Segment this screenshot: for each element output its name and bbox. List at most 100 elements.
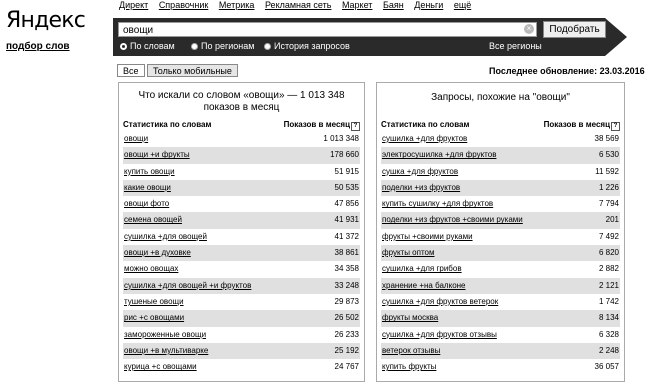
- keyword-link[interactable]: поделки +из фруктов +своими руками: [382, 212, 523, 228]
- impressions-count: 24 767: [334, 362, 359, 372]
- table-row: овощи +в мультиварке 25 192: [123, 342, 360, 360]
- table-row: сушка +для фруктов 11 592: [381, 164, 620, 180]
- mode-label: История запросов: [274, 41, 350, 51]
- regions-selector[interactable]: Все регионы: [489, 41, 542, 51]
- table-row: хранение +на балконе 2 121: [381, 277, 620, 294]
- mode-by-regions[interactable]: По регионам: [191, 41, 254, 51]
- mode-label: По словам: [130, 41, 175, 51]
- keyword-link[interactable]: сушилка +для фруктов ветерок: [382, 294, 498, 310]
- column-header-keyword: Статистика по словам: [381, 120, 470, 129]
- wordstat-link[interactable]: подбор слов: [6, 41, 70, 52]
- keyword-link[interactable]: рис +с овощами: [124, 310, 184, 326]
- table-row: фрукты оптом 6 820: [381, 245, 620, 262]
- keyword-link[interactable]: сушилка +для овощей +и фруктов: [124, 278, 251, 294]
- table-row: овощи +в духовке 38 861: [123, 245, 360, 262]
- table-row: сушилка +для фруктов ветерок 1 742: [381, 294, 620, 310]
- impressions-count: 38 569: [594, 134, 619, 143]
- keyword-link[interactable]: поделки +из фруктов: [382, 180, 460, 196]
- impressions-count: 7 794: [598, 199, 619, 209]
- impressions-count: 25 192: [334, 345, 359, 355]
- table-row: сушилка +для фруктов отзывы 6 328: [381, 327, 620, 343]
- column-header-count: Показов в месяц?: [284, 120, 360, 131]
- keyword-link[interactable]: овощи: [124, 131, 148, 147]
- keyword-link[interactable]: купить овощи: [124, 164, 175, 180]
- tab-mobile-only[interactable]: Только мобильные: [147, 64, 238, 77]
- help-icon[interactable]: ?: [351, 122, 360, 131]
- impressions-count: 201: [605, 215, 619, 225]
- keyword-link[interactable]: какие овощи: [124, 180, 171, 196]
- keyword-link[interactable]: ветерок отзывы: [382, 343, 440, 359]
- search-input[interactable]: овощи: [118, 22, 537, 37]
- table-row: купить фрукты 36 057: [381, 359, 620, 375]
- table-row: фрукты москва 8 134: [381, 310, 620, 327]
- impressions-count: 1 742: [598, 296, 619, 306]
- nav-ad-network[interactable]: Рекламная сеть: [265, 0, 331, 10]
- impressions-count: 36 057: [594, 362, 619, 372]
- table-row: поделки +из фруктов +своими руками 201: [381, 212, 620, 229]
- yandex-logo[interactable]: Яндекс: [6, 9, 86, 33]
- keyword-link[interactable]: сушка +для фруктов: [382, 164, 458, 180]
- submit-button[interactable]: Подобрать: [543, 21, 606, 38]
- radio-icon: [264, 43, 271, 50]
- keyword-link[interactable]: сушилка +для фруктов отзывы: [382, 327, 497, 343]
- help-icon[interactable]: ?: [611, 122, 620, 131]
- keyword-stats-panel: Что искали со словом «овощи» — 1 013 348…: [118, 82, 365, 382]
- keyword-link[interactable]: овощи +в мультиварке: [124, 343, 208, 359]
- table-row: овощи фото 47 856: [123, 196, 360, 212]
- keyword-link[interactable]: сушилка +для грибов: [382, 261, 462, 277]
- nav-metrika[interactable]: Метрика: [219, 0, 255, 10]
- keyword-link[interactable]: сушилка +для фруктов: [382, 131, 467, 147]
- table-row: семена овощей 41 931: [123, 212, 360, 229]
- column-header-keyword: Статистика по словам: [123, 120, 212, 129]
- mode-by-words[interactable]: По словам: [120, 41, 175, 51]
- impressions-count: 41 372: [334, 231, 359, 241]
- impressions-count: 6 820: [598, 248, 619, 258]
- keyword-link[interactable]: купить фрукты: [382, 359, 436, 375]
- nav-bayan[interactable]: Баян: [383, 0, 404, 10]
- keyword-link[interactable]: фрукты москва: [382, 310, 438, 326]
- tab-all[interactable]: Все: [117, 64, 145, 77]
- table-row: сушилка +для овощей +и фруктов 33 248: [123, 277, 360, 294]
- nav-money[interactable]: Деньги: [414, 0, 443, 10]
- keyword-link[interactable]: овощи +в духовке: [124, 245, 191, 261]
- table-row: фрукты +своими руками 7 492: [381, 229, 620, 245]
- keyword-link[interactable]: купить сушилку +для фруктов: [382, 196, 493, 212]
- table-row: рис +с овощами 26 502: [123, 310, 360, 327]
- impressions-count: 41 931: [334, 215, 359, 225]
- keyword-link[interactable]: фрукты оптом: [382, 245, 434, 261]
- keyword-link[interactable]: можно овощах: [124, 261, 178, 277]
- impressions-count: 1 226: [598, 182, 619, 192]
- table-row: ветерок отзывы 2 248: [381, 342, 620, 360]
- keyword-link[interactable]: тушеные овощи: [124, 294, 184, 310]
- keyword-link[interactable]: овощи +и фрукты: [124, 147, 190, 163]
- table-row: овощи +и фрукты 178 660: [123, 147, 360, 164]
- keyword-link[interactable]: сушилка +для овощей: [124, 229, 207, 245]
- impressions-count: 7 492: [598, 231, 619, 241]
- table-row: сушилка +для грибов 2 882: [381, 261, 620, 277]
- keyword-link[interactable]: семена овощей: [124, 212, 182, 228]
- keyword-link[interactable]: фрукты +своими руками: [382, 229, 473, 245]
- mode-history[interactable]: История запросов: [264, 41, 350, 51]
- nav-direct[interactable]: Директ: [119, 0, 148, 10]
- panel-title: Что искали со словом «овощи» — 1 013 348…: [119, 90, 364, 114]
- nav-more[interactable]: ещё: [454, 0, 471, 10]
- table-row: замороженные овощи 26 233: [123, 327, 360, 343]
- keyword-link[interactable]: овощи фото: [124, 196, 169, 212]
- column-header-label: Показов в месяц: [543, 120, 610, 129]
- nav-market[interactable]: Маркет: [342, 0, 372, 10]
- clear-icon[interactable]: ×: [524, 24, 534, 34]
- keyword-link[interactable]: замороженные овощи: [124, 327, 206, 343]
- keyword-link[interactable]: курица +с овощами: [124, 359, 197, 375]
- impressions-count: 6 328: [598, 329, 619, 339]
- keyword-link[interactable]: хранение +на балконе: [382, 278, 466, 294]
- keyword-link[interactable]: электросушилка +для фруктов: [382, 147, 496, 163]
- keyword-list: сушилка +для фруктов 38 569 электросушилка…: [381, 131, 620, 375]
- impressions-count: 2 121: [598, 280, 619, 290]
- impressions-count: 6 530: [598, 150, 619, 160]
- impressions-count: 8 134: [598, 313, 619, 323]
- panel-title: Запросы, похожие на "овощи": [431, 92, 570, 103]
- impressions-count: 2 248: [598, 345, 619, 355]
- nav-directory[interactable]: Справочник: [159, 0, 209, 10]
- last-updated: Последнее обновление: 23.03.2016: [489, 66, 645, 76]
- table-row: какие овощи 50 535: [123, 179, 360, 197]
